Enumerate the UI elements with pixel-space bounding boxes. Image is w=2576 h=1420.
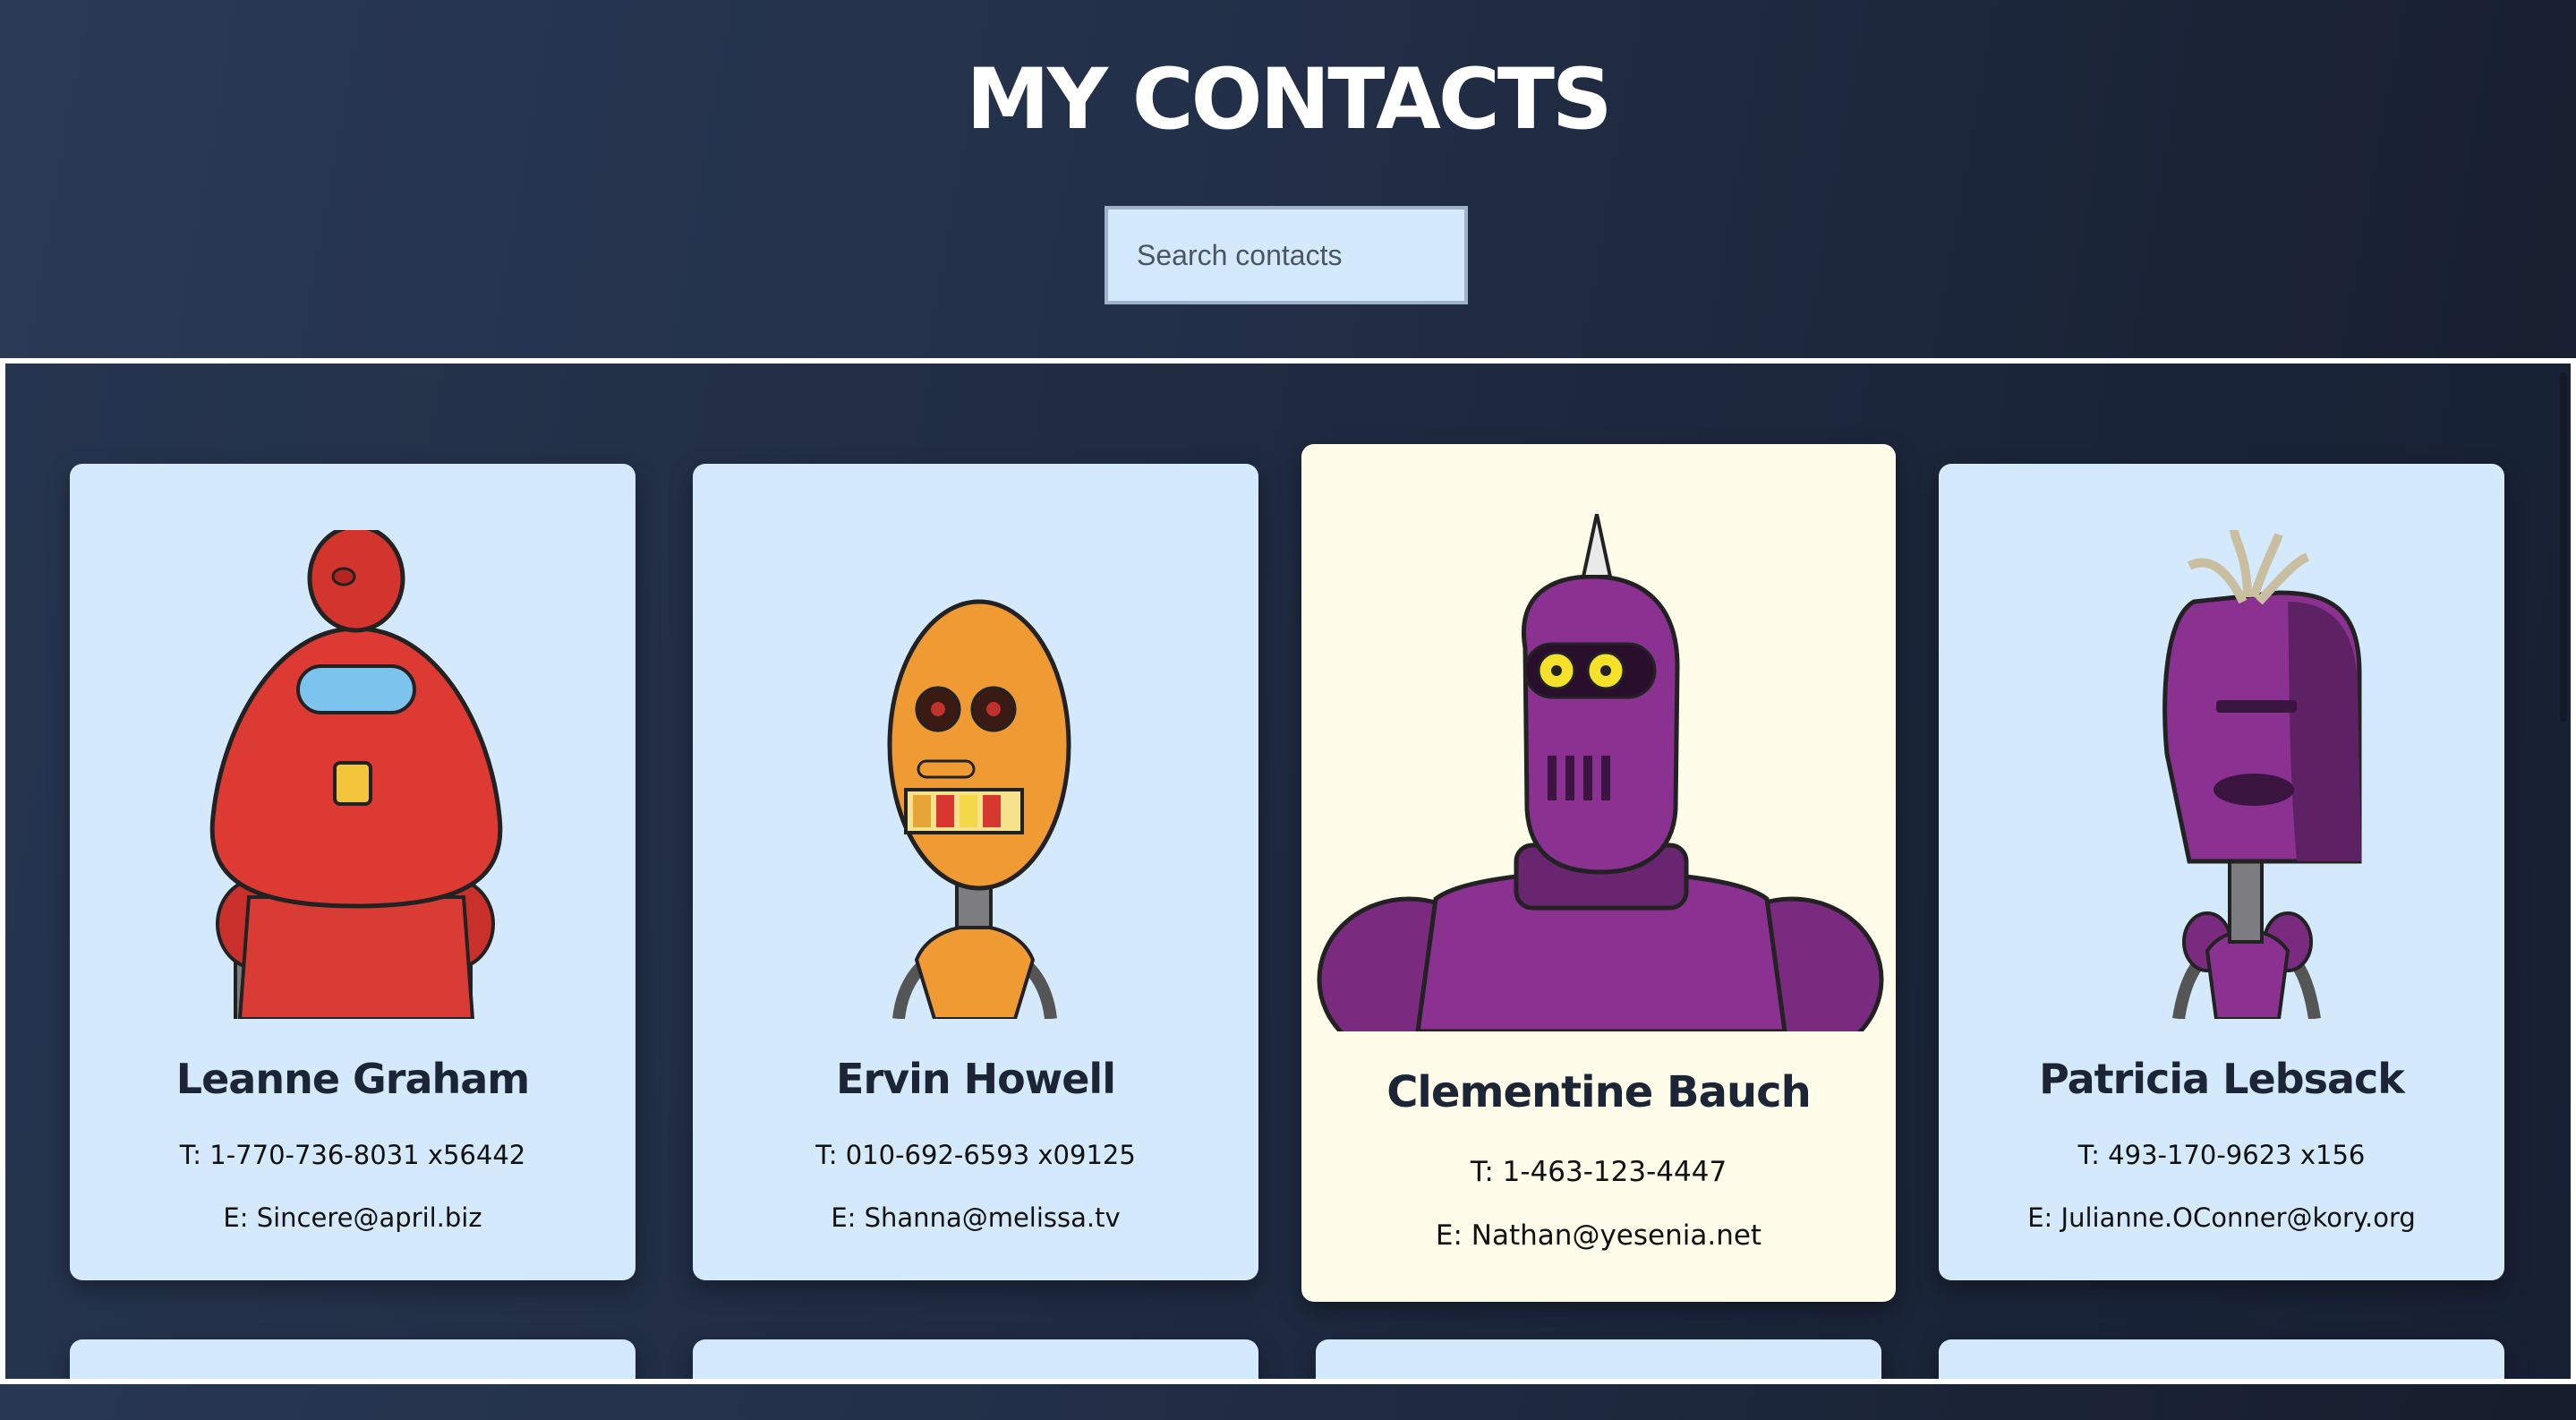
contact-card[interactable] <box>1316 1339 1881 1379</box>
contacts-list[interactable]: Leanne Graham T: 1-770-736-8031 x56442 E… <box>0 358 2576 1384</box>
contact-email: E: Shanna@melissa.tv <box>831 1202 1121 1233</box>
contact-phone: T: 1-770-736-8031 x56442 <box>179 1140 526 1170</box>
contact-card[interactable] <box>693 1339 1258 1379</box>
contact-phone: T: 493-170-9623 x156 <box>2077 1140 2366 1170</box>
search-input[interactable] <box>1105 206 1468 304</box>
orange-robot-avatar <box>693 530 1258 1019</box>
contact-name: Clementine Bauch <box>1386 1067 1812 1117</box>
contact-card[interactable]: Ervin Howell T: 010-692-6593 x09125 E: S… <box>693 464 1258 1280</box>
contact-card[interactable]: Leanne Graham T: 1-770-736-8031 x56442 E… <box>70 464 635 1280</box>
contact-card[interactable] <box>1939 1339 2504 1379</box>
contact-phone: T: 1-463-123-4447 <box>1470 1156 1727 1188</box>
contact-phone: T: 010-692-6593 x09125 <box>815 1140 1136 1170</box>
page-title: MY CONTACTS <box>966 51 1612 149</box>
contact-name: Ervin Howell <box>836 1055 1116 1103</box>
scrollbar-thumb[interactable] <box>2560 372 2567 722</box>
contact-card[interactable] <box>70 1339 635 1379</box>
contact-card[interactable]: Patricia Lebsack T: 493-170-9623 x156 E:… <box>1939 464 2504 1280</box>
purple-horned-robot-avatar <box>1301 514 1896 1031</box>
contact-name: Leanne Graham <box>175 1055 530 1103</box>
red-robot-avatar <box>70 530 635 1019</box>
purple-tufted-robot-avatar <box>1939 530 2504 1019</box>
contact-name: Patricia Lebsack <box>2039 1055 2405 1103</box>
contact-card[interactable]: Clementine Bauch T: 1-463-123-4447 E: Na… <box>1301 444 1896 1302</box>
contact-email: E: Sincere@april.biz <box>223 1202 482 1233</box>
contact-email: E: Julianne.OConner@kory.org <box>2027 1202 2416 1233</box>
contact-email: E: Nathan@yesenia.net <box>1435 1219 1762 1252</box>
